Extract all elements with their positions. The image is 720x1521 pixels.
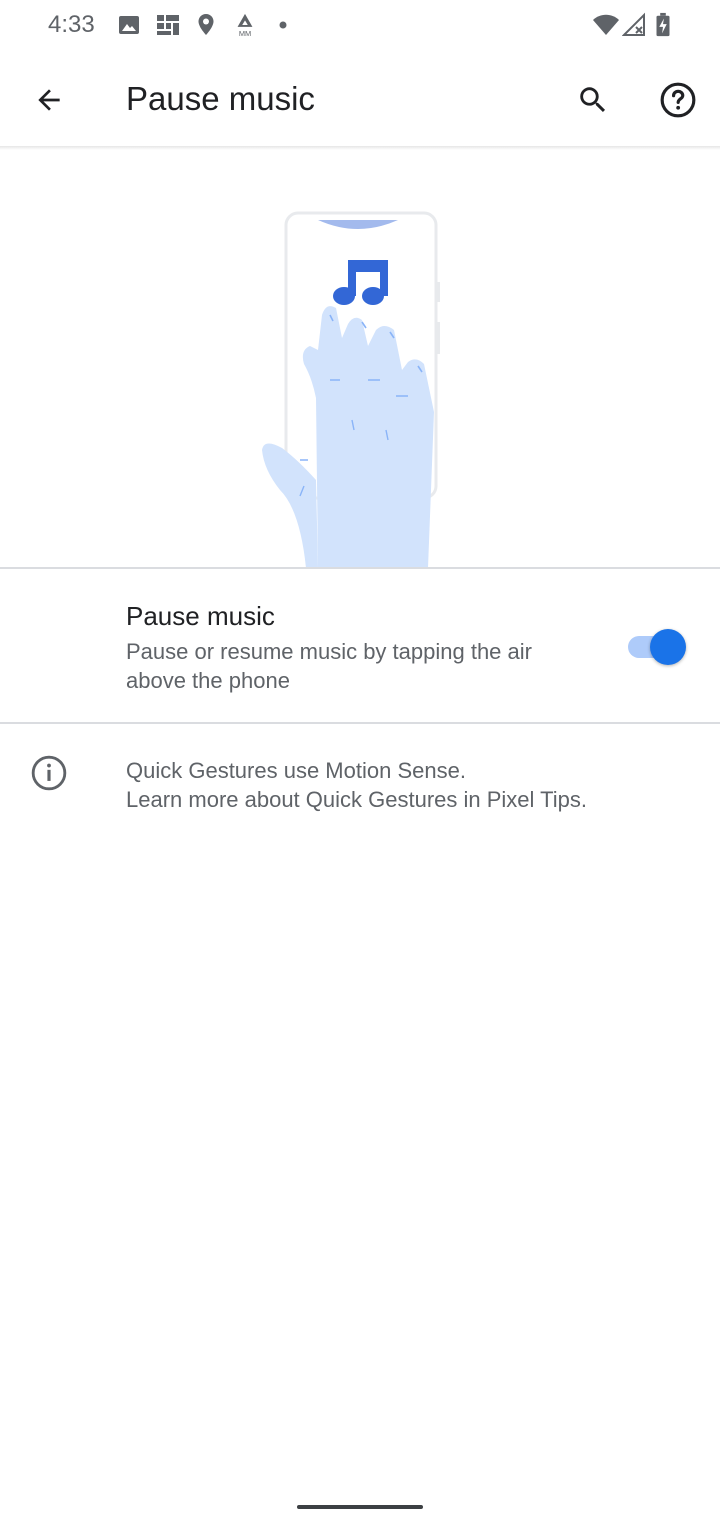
setting-summary: Pause or resume music by tapping the air…: [126, 639, 532, 693]
illustration-divider: [0, 567, 720, 569]
svg-text:MM: MM: [239, 29, 251, 38]
back-button[interactable]: [21, 72, 77, 128]
pause-music-toggle[interactable]: [626, 628, 688, 666]
status-bar: 4:33 MM: [0, 0, 720, 52]
page-title: Pause music: [126, 80, 315, 117]
battery-charging-icon: [656, 12, 670, 37]
location-icon: [198, 14, 214, 35]
no-signal-icon: [622, 12, 645, 36]
amazon-music-icon: MM: [237, 13, 253, 38]
gesture-illustration: [262, 211, 440, 568]
info-icon: [31, 755, 67, 791]
setting-title: Pause music: [126, 601, 275, 631]
toggle-thumb: [650, 629, 686, 665]
notification-dot-icon: [279, 21, 287, 29]
help-icon: [660, 82, 696, 118]
image-icon: [119, 16, 139, 34]
search-button[interactable]: [565, 72, 621, 128]
wifi-icon: [593, 14, 619, 35]
settings-screen: 4:33 MM Pause music Pause music Pause or…: [0, 0, 720, 1521]
footer-line-motion-sense: Quick Gestures use Motion Sense.: [126, 758, 466, 783]
grid-app-icon: [157, 15, 179, 35]
search-icon: [580, 87, 606, 113]
footer-info-text: Quick Gestures use Motion Sense. Learn m…: [126, 756, 587, 814]
help-button[interactable]: [650, 72, 706, 128]
setting-divider: [0, 722, 720, 724]
footer-line-pixel-tips[interactable]: Learn more about Quick Gestures in Pixel…: [126, 785, 587, 814]
status-time: 4:33: [48, 11, 95, 38]
gesture-nav-handle[interactable]: [297, 1505, 423, 1509]
back-arrow-icon: [38, 89, 60, 111]
